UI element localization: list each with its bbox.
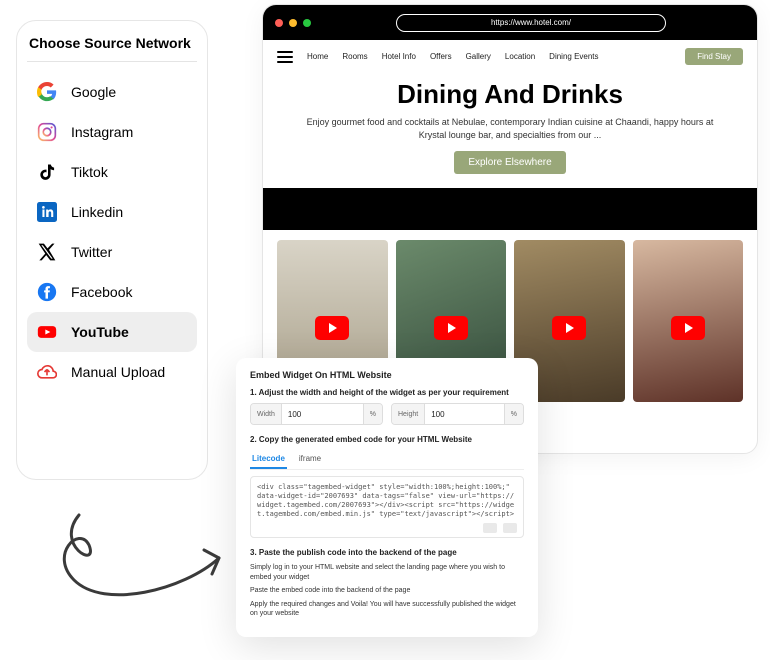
source-item-twitter[interactable]: Twitter (27, 232, 197, 272)
code-tabs: Litecode iframe (250, 450, 524, 470)
tab-iframe[interactable]: iframe (297, 450, 323, 469)
video-thumbnail[interactable] (633, 240, 744, 402)
play-icon (434, 316, 468, 340)
source-item-label: Google (71, 84, 116, 100)
source-item-instagram[interactable]: Instagram (27, 112, 197, 152)
hero-subtitle: Enjoy gourmet food and cocktails at Nebu… (293, 116, 727, 141)
window-max-dot (303, 19, 311, 27)
site-nav: Home Rooms Hotel Info Offers Gallery Loc… (263, 40, 757, 73)
source-item-label: Linkedin (71, 204, 123, 220)
source-item-label: Tiktok (71, 164, 108, 180)
embed-code-text: <div class="tagembed-widget" style="widt… (257, 483, 514, 518)
nav-link[interactable]: Home (307, 52, 328, 61)
width-input[interactable]: 100 (282, 410, 363, 419)
source-panel-title: Choose Source Network (27, 35, 197, 62)
window-min-dot (289, 19, 297, 27)
play-icon (671, 316, 705, 340)
google-icon (37, 82, 57, 102)
hero-section: Dining And Drinks Enjoy gourmet food and… (263, 73, 757, 188)
source-item-google[interactable]: Google (27, 72, 197, 112)
nav-link[interactable]: Gallery (466, 52, 491, 61)
nav-link[interactable]: Offers (430, 52, 452, 61)
twitter-icon (37, 242, 57, 262)
hero-title: Dining And Drinks (293, 79, 727, 110)
tab-litecode[interactable]: Litecode (250, 450, 287, 469)
step3-line: Apply the required changes and Voila! Yo… (250, 600, 524, 619)
nav-link[interactable]: Dining Events (549, 52, 598, 61)
step2-heading: 2. Copy the generated embed code for you… (250, 435, 524, 444)
source-item-label: Facebook (71, 284, 132, 300)
height-unit[interactable]: % (504, 404, 523, 424)
embed-code-box[interactable]: <div class="tagembed-widget" style="widt… (250, 476, 524, 538)
source-item-manual-upload[interactable]: Manual Upload (27, 352, 197, 392)
dark-band (263, 188, 757, 230)
tiktok-icon (37, 162, 57, 182)
nav-link[interactable]: Location (505, 52, 535, 61)
mail-icon[interactable] (503, 523, 517, 533)
width-input-group: Width 100 % (250, 403, 383, 425)
height-input-group: Height 100 % (391, 403, 524, 425)
nav-link[interactable]: Rooms (342, 52, 367, 61)
source-network-panel: Choose Source Network Google Instagram T… (16, 20, 208, 480)
height-label: Height (392, 404, 425, 424)
browser-chrome: https://www.hotel.com/ (263, 5, 757, 40)
facebook-icon (37, 282, 57, 302)
source-item-facebook[interactable]: Facebook (27, 272, 197, 312)
linkedin-icon (37, 202, 57, 222)
source-item-linkedin[interactable]: Linkedin (27, 192, 197, 232)
step3-line: Paste the embed code into the backend of… (250, 586, 524, 595)
nav-link[interactable]: Hotel Info (382, 52, 416, 61)
source-item-label: YouTube (71, 324, 129, 340)
step1-heading: 1. Adjust the width and height of the wi… (250, 388, 524, 397)
source-item-youtube[interactable]: YouTube (27, 312, 197, 352)
step3-line: Simply log in to your HTML website and s… (250, 563, 524, 582)
find-stay-button[interactable]: Find Stay (685, 48, 743, 65)
instagram-icon (37, 122, 57, 142)
step3-heading: 3. Paste the publish code into the backe… (250, 548, 524, 557)
width-label: Width (251, 404, 282, 424)
source-item-label: Twitter (71, 244, 112, 260)
source-item-label: Instagram (71, 124, 133, 140)
embed-widget-panel: Embed Widget On HTML Website 1. Adjust t… (236, 358, 538, 637)
height-input[interactable]: 100 (425, 410, 504, 419)
window-close-dot (275, 19, 283, 27)
play-icon (315, 316, 349, 340)
source-item-tiktok[interactable]: Tiktok (27, 152, 197, 192)
hamburger-icon[interactable] (277, 51, 293, 63)
source-item-label: Manual Upload (71, 364, 165, 380)
decorative-arrow (44, 500, 234, 640)
youtube-icon (37, 322, 57, 342)
upload-icon (37, 362, 57, 382)
copy-icon[interactable] (483, 523, 497, 533)
url-bar[interactable]: https://www.hotel.com/ (396, 14, 666, 32)
width-unit[interactable]: % (363, 404, 382, 424)
embed-panel-title: Embed Widget On HTML Website (250, 370, 524, 380)
play-icon (552, 316, 586, 340)
explore-button[interactable]: Explore Elsewhere (454, 151, 565, 174)
